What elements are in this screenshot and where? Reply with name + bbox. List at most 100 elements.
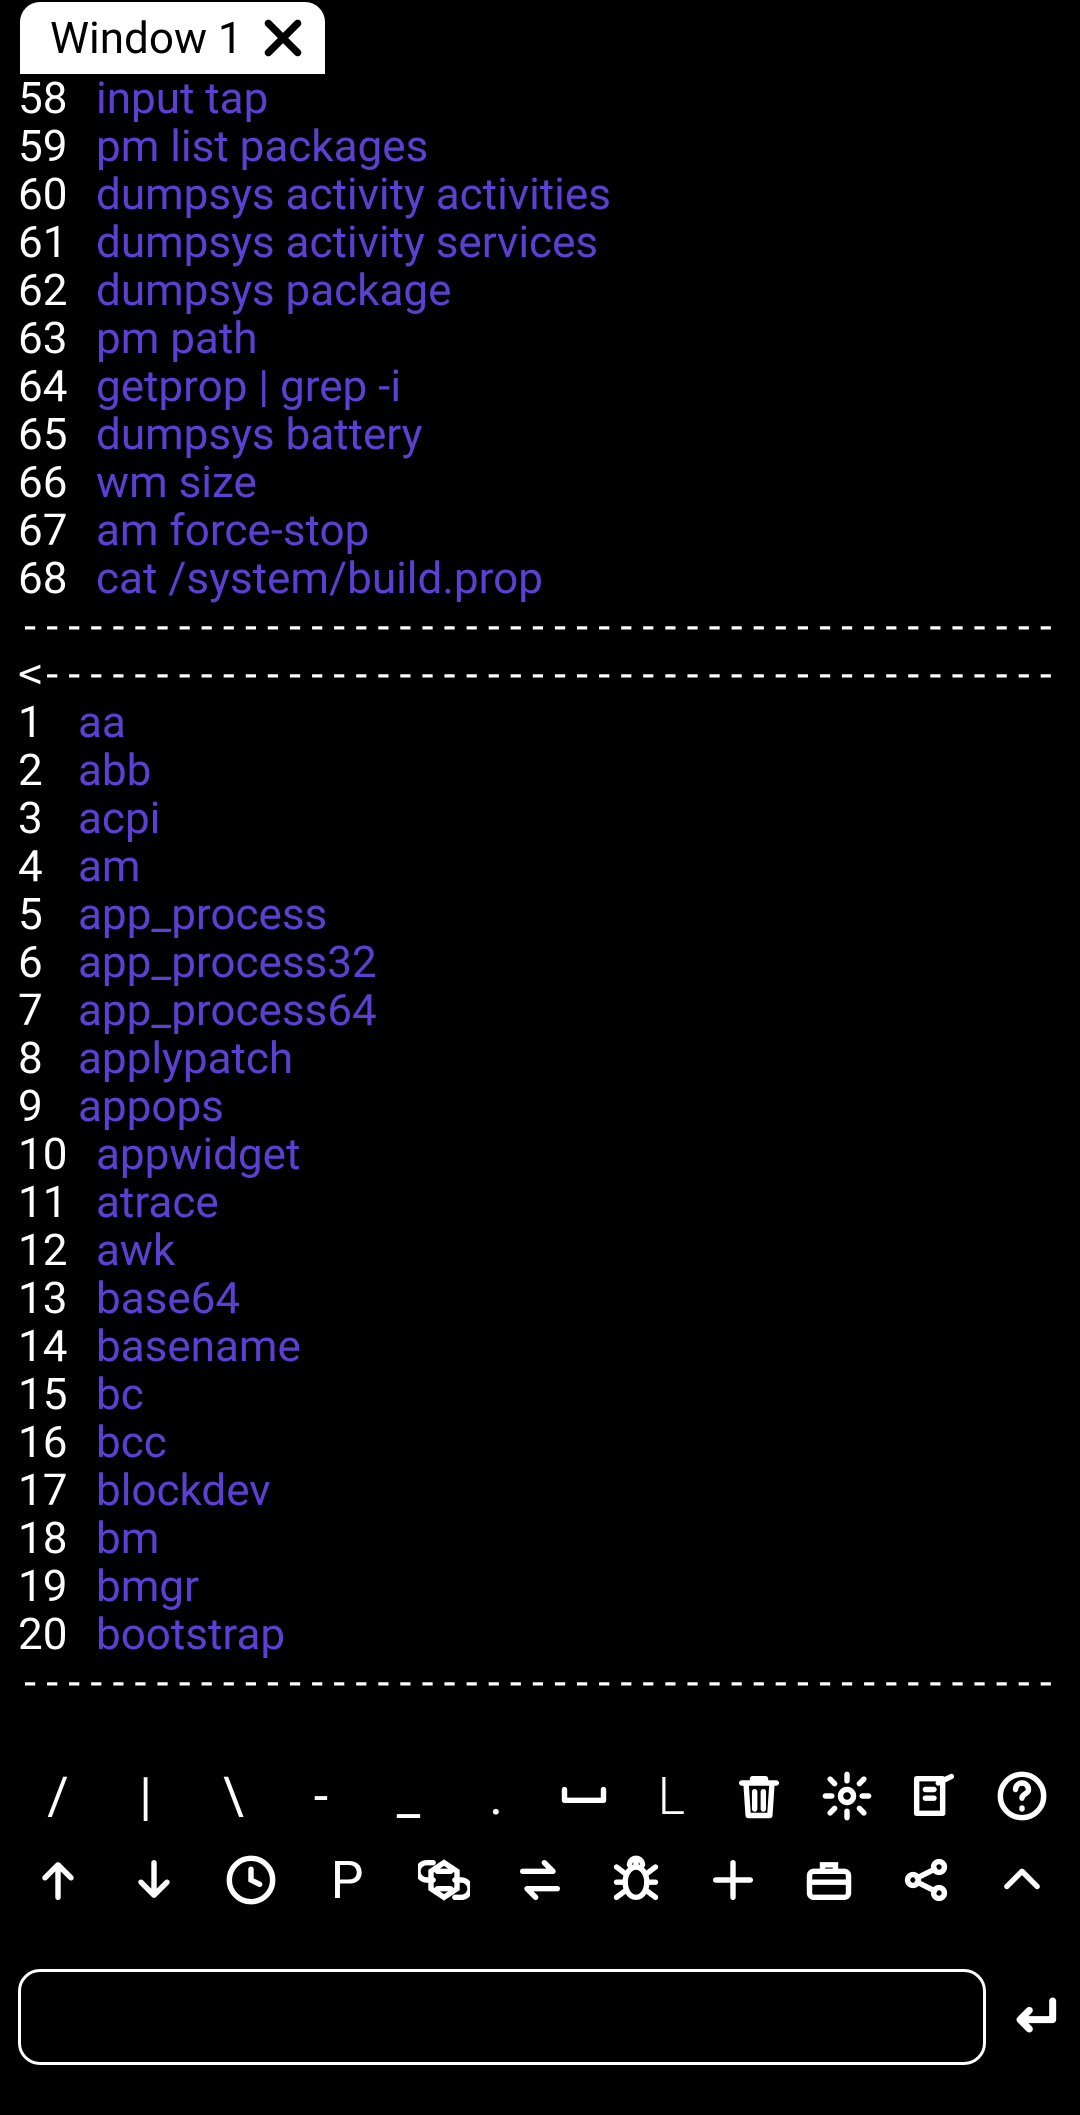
command-input[interactable]: [18, 1969, 986, 2065]
list-row[interactable]: 6app_process32: [18, 938, 1062, 986]
history-row[interactable]: 61dumpsys activity services: [18, 218, 1062, 266]
enter-button[interactable]: [1006, 1987, 1062, 2047]
arrow-down-icon[interactable]: [124, 1850, 184, 1910]
line-number: 6: [18, 938, 78, 986]
list-row[interactable]: 17blockdev: [18, 1466, 1062, 1514]
history-row[interactable]: 64getprop | grep -i: [18, 362, 1062, 410]
command-text: am force-stop: [96, 506, 369, 554]
command-text: cat /system/build.prop: [96, 554, 543, 602]
line-number: 20: [18, 1610, 96, 1658]
line-number: 61: [18, 218, 96, 266]
clock-icon[interactable]: [221, 1850, 281, 1910]
list-row[interactable]: 10appwidget: [18, 1130, 1062, 1178]
trash-icon[interactable]: [729, 1766, 789, 1826]
line-number: 66: [18, 458, 96, 506]
line-number: 9: [18, 1082, 78, 1130]
line-number: 68: [18, 554, 96, 602]
history-row[interactable]: 58input tap: [18, 74, 1062, 122]
list-row[interactable]: 9appops: [18, 1082, 1062, 1130]
arrow-up-icon[interactable]: [28, 1850, 88, 1910]
history-row[interactable]: 63pm path: [18, 314, 1062, 362]
help-icon[interactable]: [992, 1766, 1052, 1826]
list-row[interactable]: 15bc: [18, 1370, 1062, 1418]
list-row[interactable]: 12awk: [18, 1226, 1062, 1274]
history-row[interactable]: 60dumpsys activity activities: [18, 170, 1062, 218]
command-text: app_process64: [78, 986, 377, 1034]
line-number: 16: [18, 1418, 96, 1466]
divider-right-2: ----------------------------------------…: [18, 1658, 1062, 1706]
list-row[interactable]: 11atrace: [18, 1178, 1062, 1226]
backslash-key[interactable]: \: [203, 1766, 263, 1826]
chain-icon[interactable]: [414, 1850, 474, 1910]
list-row[interactable]: 4am: [18, 842, 1062, 890]
line-number: 19: [18, 1562, 96, 1610]
command-text: app_process32: [78, 938, 377, 986]
history-row[interactable]: 59pm list packages: [18, 122, 1062, 170]
line-number: 63: [18, 314, 96, 362]
line-number: 13: [18, 1274, 96, 1322]
line-number: 14: [18, 1322, 96, 1370]
history-row[interactable]: 68cat /system/build.prop: [18, 554, 1062, 602]
toolbar-row-1: / | \ - _ . L: [28, 1757, 1052, 1835]
L-key[interactable]: L: [641, 1766, 701, 1826]
list-row[interactable]: 13base64: [18, 1274, 1062, 1322]
line-number: 65: [18, 410, 96, 458]
line-number: 67: [18, 506, 96, 554]
slash-key[interactable]: /: [28, 1766, 88, 1826]
command-text: wm size: [96, 458, 257, 506]
list-row[interactable]: 7app_process64: [18, 986, 1062, 1034]
command-text: bootstrap: [96, 1610, 285, 1658]
plus-icon[interactable]: [703, 1850, 763, 1910]
dash-key[interactable]: -: [291, 1766, 351, 1826]
divider-right: ----------------------------------------…: [18, 602, 1062, 650]
tab-title: Window 1: [50, 12, 243, 64]
window-tab[interactable]: Window 1: [20, 2, 325, 74]
P-key[interactable]: P: [317, 1850, 377, 1910]
command-text: bc: [96, 1370, 144, 1418]
command-input-row: [18, 1969, 1062, 2065]
dot-key[interactable]: .: [466, 1766, 526, 1826]
share-icon[interactable]: [896, 1850, 956, 1910]
line-number: 12: [18, 1226, 96, 1274]
chevron-up-icon[interactable]: [992, 1850, 1052, 1910]
briefcase-icon[interactable]: [799, 1850, 859, 1910]
line-number: 2: [18, 746, 78, 794]
list-row[interactable]: 5app_process: [18, 890, 1062, 938]
space-key[interactable]: [554, 1766, 614, 1826]
underscore-key[interactable]: _: [379, 1766, 439, 1826]
line-number: 64: [18, 362, 96, 410]
history-row[interactable]: 67am force-stop: [18, 506, 1062, 554]
command-text: awk: [96, 1226, 175, 1274]
list-row[interactable]: 14basename: [18, 1322, 1062, 1370]
list-row[interactable]: 2abb: [18, 746, 1062, 794]
pipe-key[interactable]: |: [116, 1766, 176, 1826]
gear-icon[interactable]: [817, 1766, 877, 1826]
list-row[interactable]: 1aa: [18, 698, 1062, 746]
command-text: getprop | grep -i: [96, 362, 401, 410]
history-row[interactable]: 66wm size: [18, 458, 1062, 506]
list-row[interactable]: 18bm: [18, 1514, 1062, 1562]
terminal-output[interactable]: 58input tap59pm list packages60dumpsys a…: [0, 74, 1080, 1706]
line-number: 58: [18, 74, 96, 122]
history-row[interactable]: 65dumpsys battery: [18, 410, 1062, 458]
command-text: applypatch: [78, 1034, 293, 1082]
command-text: pm list packages: [96, 122, 428, 170]
list-row[interactable]: 16bcc: [18, 1418, 1062, 1466]
list-row[interactable]: 8applypatch: [18, 1034, 1062, 1082]
swap-icon[interactable]: [510, 1850, 570, 1910]
divider-left: <---------------------------------------…: [18, 650, 1062, 698]
command-text: acpi: [78, 794, 160, 842]
history-row[interactable]: 62dumpsys package: [18, 266, 1062, 314]
command-text: basename: [96, 1322, 301, 1370]
command-text: dumpsys activity activities: [96, 170, 611, 218]
command-text: input tap: [96, 74, 268, 122]
close-icon[interactable]: [261, 16, 305, 60]
line-number: 62: [18, 266, 96, 314]
edit-icon[interactable]: [904, 1766, 964, 1826]
bug-icon[interactable]: [606, 1850, 666, 1910]
list-row[interactable]: 19bmgr: [18, 1562, 1062, 1610]
command-text: base64: [96, 1274, 240, 1322]
command-text: dumpsys battery: [96, 410, 422, 458]
list-row[interactable]: 3acpi: [18, 794, 1062, 842]
list-row[interactable]: 20bootstrap: [18, 1610, 1062, 1658]
